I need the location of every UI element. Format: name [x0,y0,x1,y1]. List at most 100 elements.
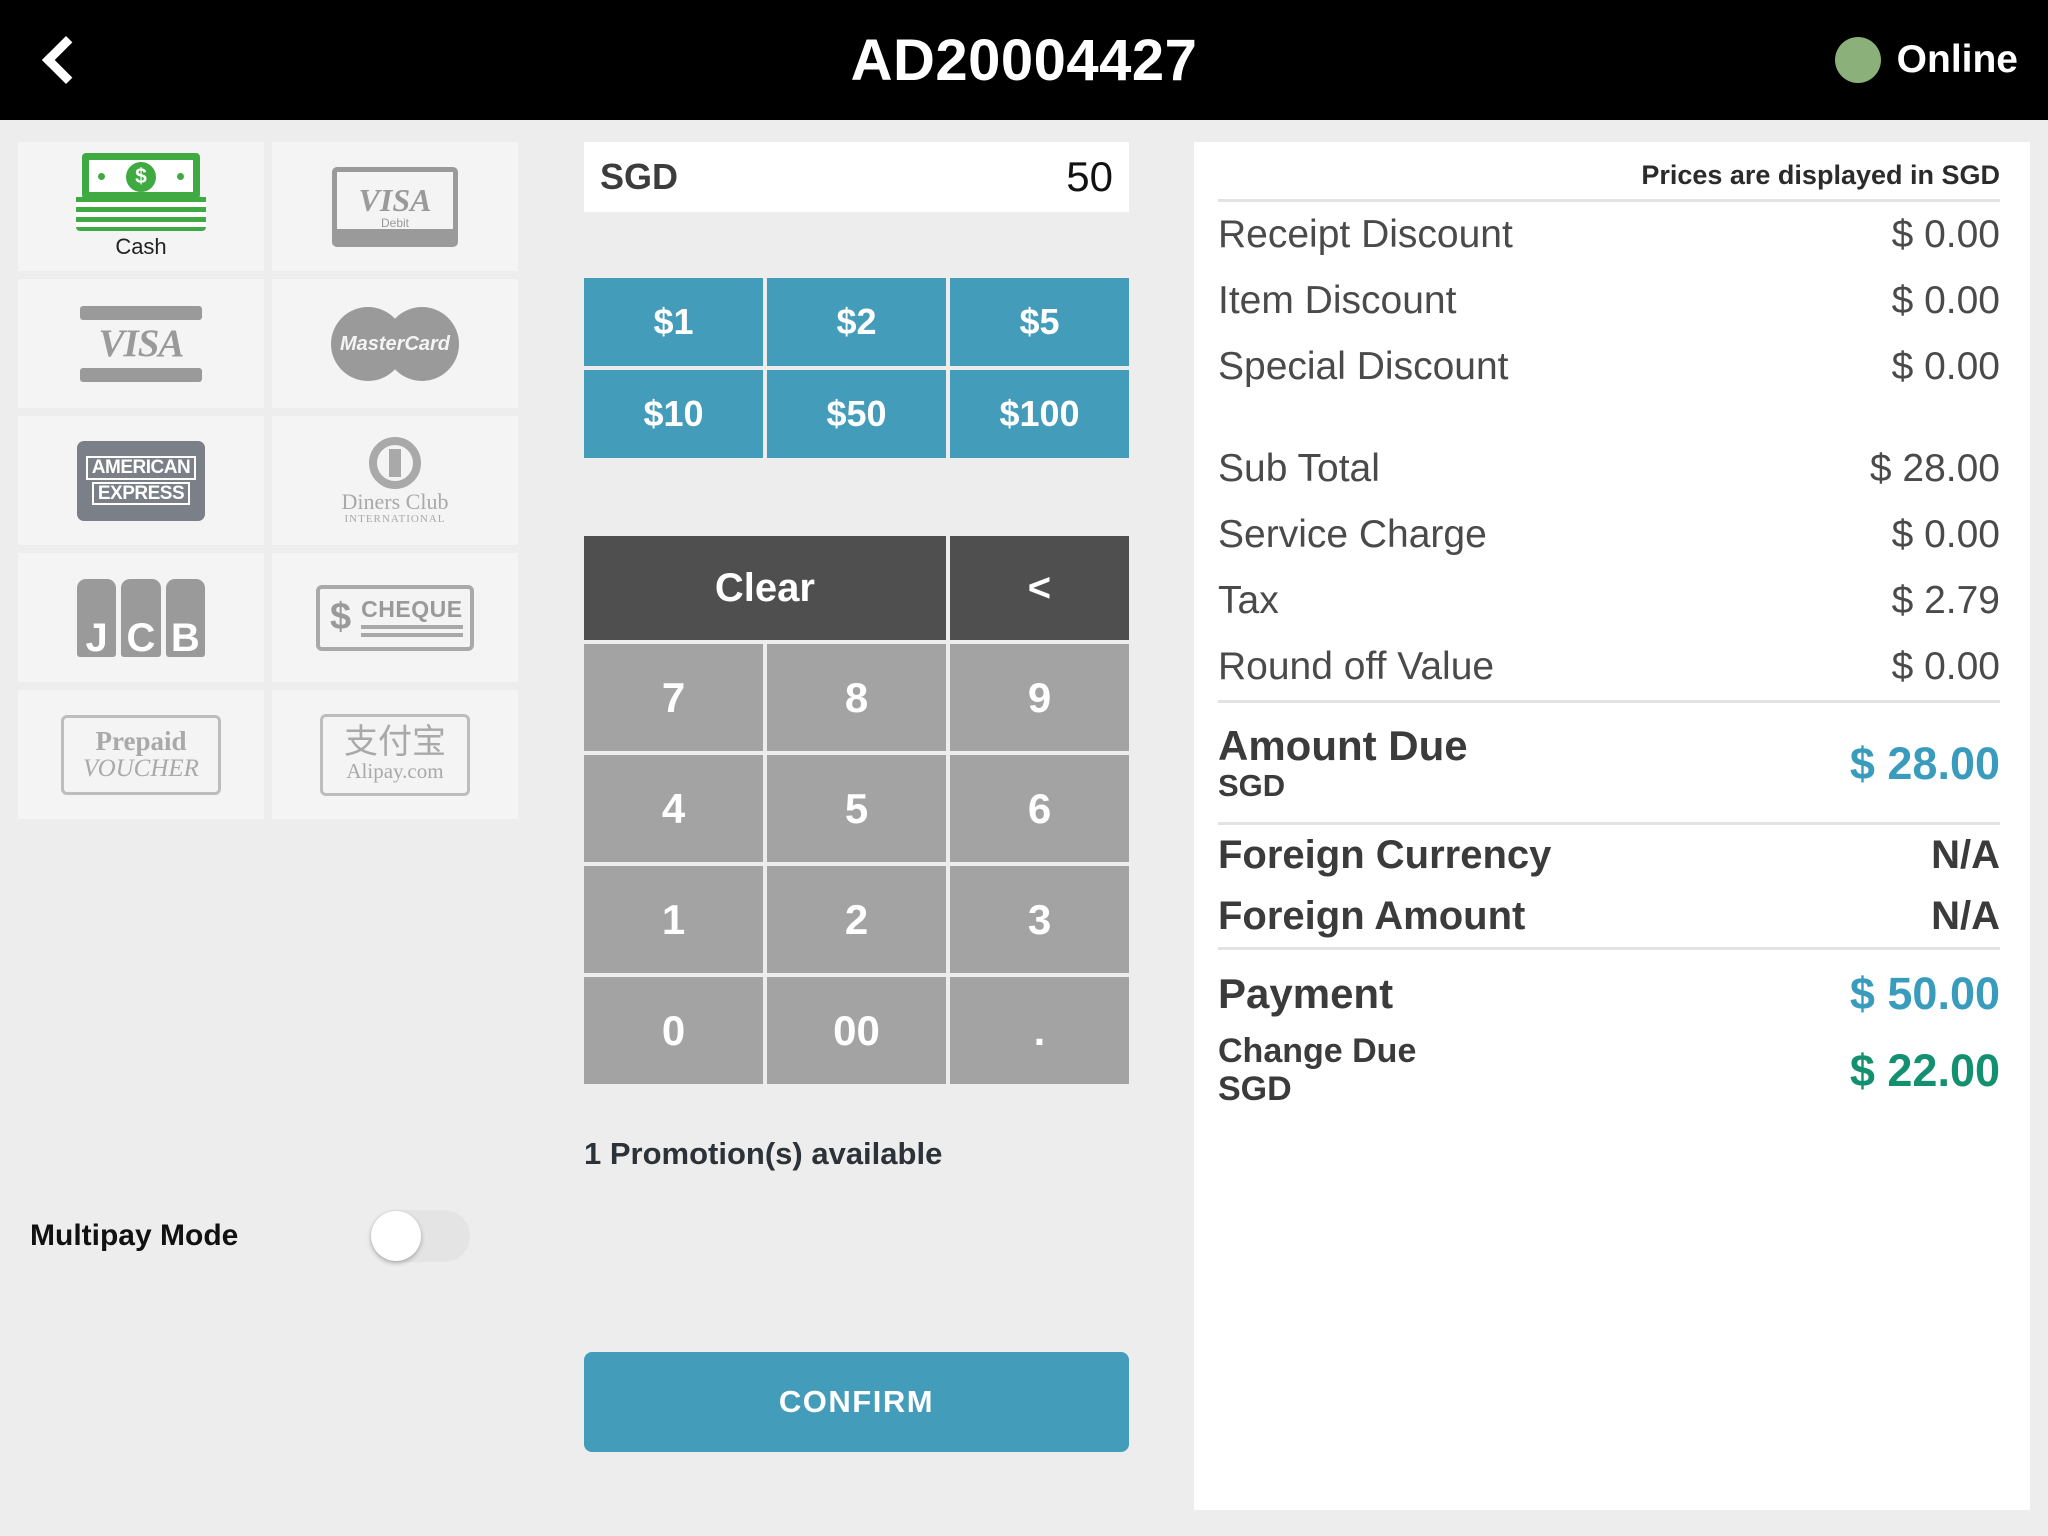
mastercard-word: MasterCard [339,332,451,355]
summary-row-receipt-discount: Receipt Discount $ 0.00 [1218,202,2000,268]
payment-label: Payment [1218,970,1394,1018]
keypad-number-grid: 7 8 9 4 5 6 1 2 3 0 00 . [584,644,1129,1084]
quick-amount-grid: $1 $2 $5 $10 $50 $100 [584,278,1129,458]
summary-row-round-off: Round off Value $ 0.00 [1218,634,2000,700]
payment-value: $ 50.00 [1849,968,2000,1020]
voucher-line-2: VOUCHER [83,754,199,782]
summary-row-special-discount: Special Discount $ 0.00 [1218,334,2000,400]
quick-amount-1[interactable]: $1 [584,278,763,366]
amex-line-1: AMERICAN [85,455,197,480]
cash-icon: $ [76,153,206,231]
confirm-button[interactable]: CONFIRM [584,1352,1129,1452]
payment-method-cash-label: Cash [115,234,167,259]
quick-amount-5[interactable]: $5 [950,278,1129,366]
tax-value: $ 2.79 [1891,579,2000,622]
quick-amount-50[interactable]: $50 [767,370,946,458]
keypad-clear-button[interactable]: Clear [584,536,946,640]
diners-line-1: Diners Club [341,488,449,514]
cheque-word: CHEQUE [361,596,463,622]
keypad-key-7[interactable]: 7 [584,644,763,751]
special-discount-label: Special Discount [1218,345,1509,388]
diners-line-2: INTERNATIONAL [344,512,446,525]
alipay-chinese-text: 支付宝 [344,723,446,761]
foreign-currency-label: Foreign Currency [1218,833,1552,878]
online-status-dot-icon [1834,37,1881,83]
jcb-letter-j: J [77,578,117,658]
payment-method-amex[interactable]: AMERICAN EXPRESS [18,416,264,545]
summary-row-service-charge: Service Charge $ 0.00 [1218,502,2000,568]
keypad-key-1[interactable]: 1 [584,866,763,973]
keypad-key-6[interactable]: 6 [950,755,1129,862]
sub-total-label: Sub Total [1218,447,1380,490]
keypad-key-dot[interactable]: . [950,977,1129,1084]
payment-method-visa[interactable]: VISA [18,279,264,408]
summary-row-foreign-currency: Foreign Currency N/A [1218,825,2000,886]
jcb-card-icon: J C B [77,578,205,658]
multipay-mode-toggle[interactable] [370,1210,470,1262]
keypad-key-2[interactable]: 2 [767,866,946,973]
quick-amount-100[interactable]: $100 [950,370,1129,458]
payment-method-mastercard[interactable]: MasterCard [272,279,518,408]
receipt-discount-value: $ 0.00 [1891,213,2000,256]
numeric-keypad: Clear < 7 8 9 4 5 6 1 2 3 0 00 . [584,536,1129,1084]
payment-method-visa-debit[interactable]: VISA Debit [272,142,518,271]
diners-club-icon: Diners Club INTERNATIONAL [331,436,459,525]
receipt-discount-label: Receipt Discount [1218,213,1513,256]
quick-amount-10[interactable]: $10 [584,370,763,458]
amount-input-value: 50 [1066,153,1113,200]
prepaid-voucher-icon: Prepaid VOUCHER [61,714,221,795]
amex-card-icon: AMERICAN EXPRESS [77,440,205,521]
payment-methods-panel: $ Cash VISA Debit VISA MasterCard AMERIC… [18,142,518,819]
summary-row-change-due: Change Due SGD $ 22.00 [1218,1026,2000,1115]
order-summary-panel: Prices are displayed in SGD Receipt Disc… [1194,142,2030,1510]
order-id-title: AD20004427 [850,27,1198,93]
summary-row-tax: Tax $ 2.79 [1218,568,2000,634]
keypad-key-4[interactable]: 4 [584,755,763,862]
keypad-key-5[interactable]: 5 [767,755,946,862]
top-header-bar: AD20004427 Online [0,0,2048,120]
summary-spacer [1218,400,2000,436]
alipay-icon: 支付宝 Alipay.com [320,713,470,796]
amount-input[interactable]: SGD 50 [584,142,1129,212]
online-status-label: Online [1896,38,2018,81]
currency-note: Prices are displayed in SGD [1641,160,2000,190]
payment-method-alipay[interactable]: 支付宝 Alipay.com [272,690,518,819]
keypad-key-3[interactable]: 3 [950,866,1129,973]
item-discount-label: Item Discount [1218,279,1457,322]
summary-row-sub-total: Sub Total $ 28.00 [1218,436,2000,502]
payment-method-jcb[interactable]: J C B [18,553,264,682]
keypad-key-8[interactable]: 8 [767,644,946,751]
visa-word: VISA [98,322,185,365]
visa-debit-sub: Debit [380,215,409,230]
jcb-letter-c: C [121,578,161,658]
keypad-key-9[interactable]: 9 [950,644,1129,751]
amount-entry-panel: SGD 50 $1 $2 $5 $10 $50 $100 Clear < 7 8… [584,120,1129,1452]
promotions-available-link[interactable]: 1 Promotion(s) available [584,1136,1129,1172]
quick-amount-2[interactable]: $2 [767,278,946,366]
amex-line-2: EXPRESS [91,481,191,506]
cheque-icon: $ CHEQUE [316,584,474,651]
item-discount-value: $ 0.00 [1891,279,2000,322]
payment-method-cash[interactable]: $ Cash [18,142,264,271]
change-due-currency: SGD [1218,1070,1292,1109]
service-charge-label: Service Charge [1218,513,1487,556]
sub-total-value: $ 28.00 [1869,447,2000,490]
foreign-currency-value: N/A [1931,833,2000,878]
keypad-key-00[interactable]: 00 [767,977,946,1084]
voucher-line-1: Prepaid [95,726,187,757]
connection-status: Online [1834,0,2018,120]
change-due-label: Change Due [1218,1032,1417,1071]
tax-label: Tax [1218,579,1279,622]
payment-method-cheque[interactable]: $ CHEQUE [272,553,518,682]
multipay-mode-label: Multipay Mode [30,1219,239,1252]
alipay-latin-text: Alipay.com [346,759,444,783]
visa-debit-word: VISA [358,181,432,218]
jcb-letter-b: B [165,578,205,658]
keypad-backspace-button[interactable]: < [949,536,1129,640]
keypad-key-0[interactable]: 0 [584,977,763,1084]
summary-row-payment: Payment $ 50.00 [1218,950,2000,1026]
payment-method-diners-club[interactable]: Diners Club INTERNATIONAL [272,416,518,545]
round-off-label: Round off Value [1218,645,1495,688]
summary-row-amount-due: Amount Due SGD $ 28.00 [1218,703,2000,822]
payment-method-prepaid-voucher[interactable]: Prepaid VOUCHER [18,690,264,819]
